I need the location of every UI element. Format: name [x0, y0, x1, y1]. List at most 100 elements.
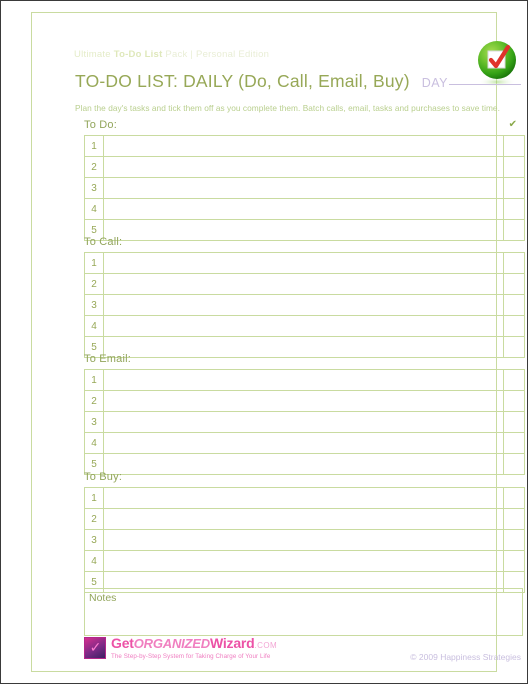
table-row: 1 — [84, 369, 525, 391]
row-checkbox-cell[interactable] — [503, 529, 525, 551]
table-row: 1 — [84, 487, 525, 509]
row-checkbox-cell[interactable] — [503, 487, 525, 509]
table-row: 2 — [84, 390, 525, 412]
row-checkbox-cell[interactable] — [503, 550, 525, 572]
day-write-in-line[interactable] — [449, 84, 521, 85]
check-column-header-icon: ✔ — [508, 119, 517, 130]
section-header: To Email: — [84, 353, 523, 369]
section-label: To Buy: — [84, 471, 123, 483]
row-number: 1 — [84, 252, 104, 274]
table-row: 3 — [84, 529, 525, 551]
copyright-notice: © 2009 Happiness Strategies — [410, 652, 521, 662]
row-number: 1 — [84, 487, 104, 509]
row-checkbox-cell[interactable] — [503, 273, 525, 295]
table-row: 2 — [84, 508, 525, 530]
list-section: To Call: 1 2 3 4 5 — [84, 236, 525, 358]
list-section: To Buy: 1 2 3 4 5 — [84, 471, 525, 593]
row-checkbox-cell[interactable] — [503, 390, 525, 412]
row-entry-field[interactable] — [103, 508, 504, 530]
row-entry-field[interactable] — [103, 315, 504, 337]
table-row: 3 — [84, 411, 525, 433]
row-checkbox-cell[interactable] — [503, 432, 525, 454]
row-number: 4 — [84, 315, 104, 337]
row-checkbox-cell[interactable] — [503, 411, 525, 433]
brand-header-edition: Personal Edition — [196, 49, 270, 60]
table-row: 1 — [84, 252, 525, 274]
row-checkbox-cell[interactable] — [503, 369, 525, 391]
sheet-border: Ultimate To-Do List Pack | Personal Edit… — [31, 12, 525, 672]
brand-header: Ultimate To-Do List Pack | Personal Edit… — [74, 49, 269, 60]
section-header: To Do: ✔ — [84, 119, 523, 135]
page-footer: ✓ GetORGANIZEDWizard.COM The Step-by-Ste… — [74, 636, 523, 676]
row-checkbox-cell[interactable] — [503, 315, 525, 337]
page-title: TO-DO LIST: DAILY (Do, Call, Email, Buy) — [75, 71, 410, 91]
row-checkbox-cell[interactable] — [503, 156, 525, 178]
table-row: 4 — [84, 198, 525, 220]
section-label: To Do: — [84, 119, 117, 131]
row-checkbox-cell[interactable] — [503, 508, 525, 530]
row-checkbox-cell[interactable] — [503, 135, 525, 157]
list-section: To Do: ✔ 1 2 3 4 5 — [84, 119, 525, 241]
row-entry-field[interactable] — [103, 273, 504, 295]
row-number: 3 — [84, 411, 104, 433]
row-entry-field[interactable] — [103, 252, 504, 274]
table-row: 2 — [84, 156, 525, 178]
brand-wordmark: GetORGANIZEDWizard.COM — [111, 636, 277, 653]
row-entry-field[interactable] — [103, 156, 504, 178]
table-row: 1 — [84, 135, 525, 157]
row-entry-field[interactable] — [103, 390, 504, 412]
row-entry-field[interactable] — [103, 529, 504, 551]
row-entry-field[interactable] — [103, 198, 504, 220]
row-number: 1 — [84, 135, 104, 157]
row-number: 4 — [84, 198, 104, 220]
section-header: To Buy: — [84, 471, 523, 487]
check-glyph: ✓ — [89, 639, 102, 655]
day-label: DAY — [421, 76, 448, 90]
brand-word-get: Get — [111, 635, 134, 651]
brand-header-suffix: Pack — [162, 49, 188, 60]
row-number: 4 — [84, 550, 104, 572]
brand-word-wizard: Wizard — [209, 635, 255, 651]
table-row: 3 — [84, 294, 525, 316]
printable-worksheet-page: Ultimate To-Do List Pack | Personal Edit… — [0, 0, 528, 684]
row-entry-field[interactable] — [103, 177, 504, 199]
brand-header-prefix: Ultimate — [74, 49, 114, 60]
brand-header-strong: To-Do List — [113, 49, 163, 60]
row-number: 3 — [84, 177, 104, 199]
row-entry-field[interactable] — [103, 294, 504, 316]
notes-box[interactable]: Notes — [84, 588, 523, 636]
section-label: To Call: — [84, 236, 123, 248]
section-header: To Call: — [84, 236, 523, 252]
row-entry-field[interactable] — [103, 432, 504, 454]
brand-word-com: .COM — [254, 641, 278, 650]
row-number: 2 — [84, 508, 104, 530]
day-field[interactable]: DAY — [422, 76, 521, 90]
page-subtitle: Plan the day's tasks and tick them off a… — [75, 103, 500, 113]
table-row: 4 — [84, 315, 525, 337]
row-number: 2 — [84, 390, 104, 412]
row-number: 1 — [84, 369, 104, 391]
row-entry-field[interactable] — [103, 135, 504, 157]
sheet-content: Ultimate To-Do List Pack | Personal Edit… — [74, 35, 525, 680]
row-entry-field[interactable] — [103, 369, 504, 391]
row-checkbox-cell[interactable] — [503, 294, 525, 316]
row-number: 2 — [84, 156, 104, 178]
table-row: 4 — [84, 550, 525, 572]
row-checkbox-cell[interactable] — [503, 198, 525, 220]
row-number: 3 — [84, 529, 104, 551]
list-table: 12345 — [84, 369, 525, 475]
row-checkbox-cell[interactable] — [503, 177, 525, 199]
getorganizedwizard-logo[interactable]: ✓ GetORGANIZEDWizard.COM The Step-by-Ste… — [84, 636, 284, 666]
list-table: 12345 — [84, 252, 525, 358]
brand-word-organized: ORGANIZED — [133, 636, 210, 651]
list-table: 12345 — [84, 135, 525, 241]
notes-label: Notes — [89, 592, 117, 604]
row-entry-field[interactable] — [103, 550, 504, 572]
row-number: 3 — [84, 294, 104, 316]
row-entry-field[interactable] — [103, 411, 504, 433]
row-checkbox-cell[interactable] — [503, 252, 525, 274]
row-number: 2 — [84, 273, 104, 295]
list-table: 12345 — [84, 487, 525, 593]
row-entry-field[interactable] — [103, 487, 504, 509]
section-label: To Email: — [84, 353, 132, 365]
